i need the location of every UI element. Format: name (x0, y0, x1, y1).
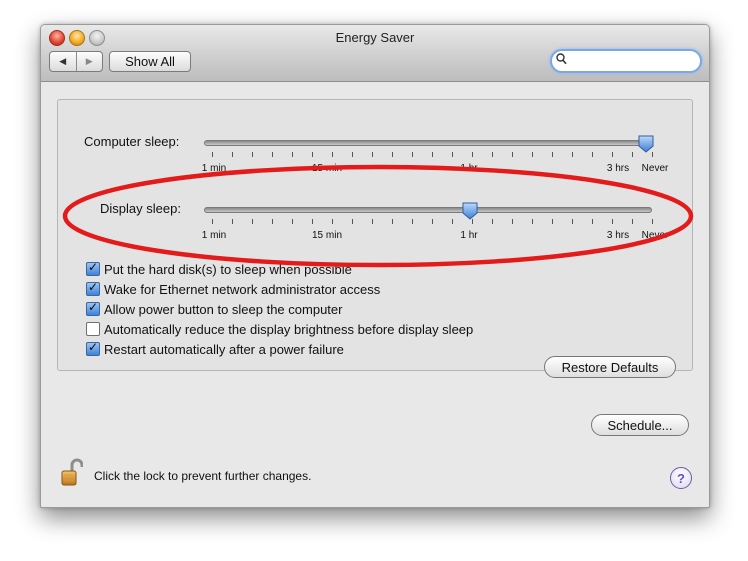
slider-tick (512, 219, 513, 224)
slider-tick (332, 152, 333, 157)
back-arrow-icon[interactable]: ◀ (50, 52, 76, 71)
schedule-button[interactable]: Schedule... (591, 414, 689, 436)
forward-arrow-icon[interactable]: ▶ (75, 52, 103, 71)
slider-tick (332, 219, 333, 224)
tick-label-15min: 15 min (311, 230, 343, 241)
display-sleep-ticks (204, 219, 654, 225)
slider-tick (352, 219, 353, 224)
checkbox[interactable] (86, 280, 100, 296)
slider-tick (232, 152, 233, 157)
slider-tick (612, 152, 613, 157)
show-all-button[interactable]: Show All (109, 51, 191, 72)
display-sleep-track[interactable] (204, 207, 652, 213)
title-bar: Energy Saver ◀ ▶ Show All (41, 25, 709, 82)
option-label: Put the hard disk(s) to sleep when possi… (104, 261, 352, 277)
tick-label-1min: 1 min (201, 230, 227, 241)
computer-sleep-label: Computer sleep: (84, 134, 180, 149)
computer-sleep-track[interactable] (204, 140, 652, 146)
energy-saver-window: Energy Saver ◀ ▶ Show All Computer sleep… (40, 24, 710, 508)
slider-tick (532, 152, 533, 157)
slider-tick (372, 152, 373, 157)
checkbox[interactable] (86, 300, 100, 316)
slider-tick (472, 152, 473, 157)
slider-tick (272, 219, 273, 224)
tick-label-never: Never (641, 230, 669, 241)
sleep-settings-panel: Computer sleep: 1 min 15 min 1 hr 3 hrs … (57, 99, 693, 378)
tick-label-1hr: 1 hr (460, 163, 478, 174)
display-sleep-knob[interactable] (462, 202, 478, 220)
slider-tick (452, 152, 453, 157)
computer-sleep-knob[interactable] (638, 135, 654, 153)
slider-tick (412, 152, 413, 157)
option-power-button-sleep[interactable]: Allow power button to sleep the computer (86, 300, 342, 318)
slider-tick (392, 219, 393, 224)
option-label: Wake for Ethernet network administrator … (104, 281, 381, 297)
slider-tick (312, 152, 313, 157)
slider-tick (412, 219, 413, 224)
slider-tick (372, 219, 373, 224)
restore-defaults-button[interactable]: Restore Defaults (544, 356, 676, 378)
option-label: Allow power button to sleep the computer (104, 301, 343, 317)
slider-tick (392, 152, 393, 157)
slider-tick (432, 152, 433, 157)
tick-label-1min: 1 min (201, 163, 227, 174)
slider-tick (432, 219, 433, 224)
tick-label-15min: 15 min (311, 163, 343, 174)
slider-tick (652, 219, 653, 224)
unlocked-padlock-icon[interactable] (61, 458, 84, 486)
slider-tick (552, 152, 553, 157)
back-forward-control: ◀ ▶ (49, 51, 103, 72)
option-reduce-brightness[interactable]: Automatically reduce the display brightn… (86, 320, 473, 338)
slider-tick (292, 219, 293, 224)
tick-label-1hr: 1 hr (460, 230, 478, 241)
slider-tick (592, 152, 593, 157)
slider-tick (632, 152, 633, 157)
slider-tick (252, 219, 253, 224)
slider-tick (272, 152, 273, 157)
display-sleep-label: Display sleep: (100, 201, 181, 216)
slider-tick (212, 152, 213, 157)
option-hard-disk-sleep[interactable]: Put the hard disk(s) to sleep when possi… (86, 260, 352, 278)
tick-label-never: Never (641, 163, 669, 174)
window-title: Energy Saver (335, 30, 415, 45)
slider-tick (492, 219, 493, 224)
slider-tick (632, 219, 633, 224)
slider-tick (492, 152, 493, 157)
help-button[interactable]: ? (670, 467, 692, 489)
search-field[interactable] (550, 49, 702, 73)
slider-tick (552, 219, 553, 224)
checkbox[interactable] (86, 340, 100, 356)
slider-tick (592, 219, 593, 224)
tick-label-3hrs: 3 hrs (606, 230, 630, 241)
tick-label-3hrs: 3 hrs (606, 163, 630, 174)
slider-tick (512, 152, 513, 157)
slider-tick (312, 219, 313, 224)
slider-tick (572, 219, 573, 224)
checkbox[interactable] (86, 322, 100, 336)
slider-tick (612, 219, 613, 224)
search-input[interactable] (570, 52, 690, 68)
magnifier-icon (556, 53, 567, 68)
computer-sleep-ticks (204, 152, 654, 158)
option-label: Automatically reduce the display brightn… (104, 321, 474, 337)
slider-tick (352, 152, 353, 157)
option-wake-ethernet[interactable]: Wake for Ethernet network administrator … (86, 280, 380, 298)
option-restart-power-failure[interactable]: Restart automatically after a power fail… (86, 340, 344, 358)
slider-tick (452, 219, 453, 224)
lock-status-text: Click the lock to prevent further change… (94, 469, 312, 483)
option-label: Restart automatically after a power fail… (104, 341, 344, 357)
slider-tick (532, 219, 533, 224)
slider-tick (572, 152, 573, 157)
slider-tick (292, 152, 293, 157)
slider-tick (212, 219, 213, 224)
checkbox[interactable] (86, 260, 100, 276)
slider-tick (232, 219, 233, 224)
slider-tick (252, 152, 253, 157)
